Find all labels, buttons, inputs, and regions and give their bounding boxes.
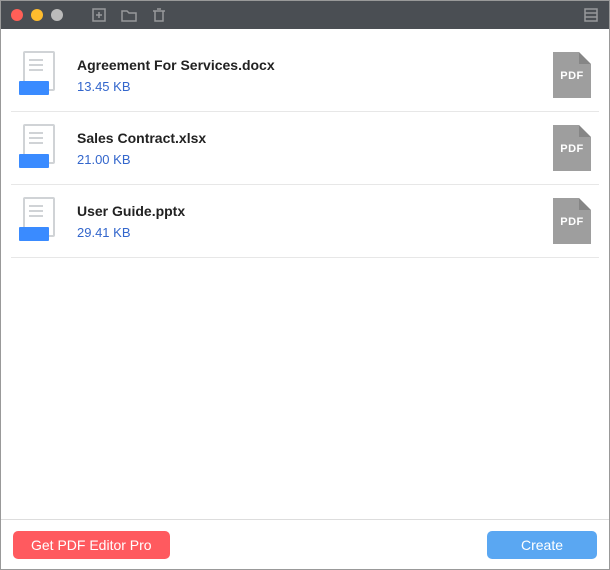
minimize-icon[interactable]	[31, 9, 43, 21]
trash-icon[interactable]	[151, 7, 167, 23]
pdf-target-icon: PDF	[553, 52, 591, 98]
file-name: Agreement For Services.docx	[77, 57, 535, 73]
close-icon[interactable]	[11, 9, 23, 21]
file-size: 13.45 KB	[77, 79, 535, 94]
get-pro-button[interactable]: Get PDF Editor Pro	[13, 531, 170, 559]
create-button[interactable]: Create	[487, 531, 597, 559]
pdf-label: PDF	[553, 143, 591, 155]
file-row[interactable]: User Guide.pptx 29.41 KB PDF	[11, 185, 599, 258]
file-size: 29.41 KB	[77, 225, 535, 240]
document-icon	[19, 51, 59, 99]
list-view-icon[interactable]	[583, 7, 599, 23]
window-controls	[11, 9, 63, 21]
file-list-area: Agreement For Services.docx 13.45 KB PDF…	[1, 29, 609, 519]
file-name: Sales Contract.xlsx	[77, 130, 535, 146]
file-name: User Guide.pptx	[77, 203, 535, 219]
add-file-icon[interactable]	[91, 7, 107, 23]
file-text: Agreement For Services.docx 13.45 KB	[77, 57, 535, 94]
document-icon	[19, 124, 59, 172]
maximize-icon	[51, 9, 63, 21]
document-icon	[19, 197, 59, 245]
file-text: Sales Contract.xlsx 21.00 KB	[77, 130, 535, 167]
file-size: 21.00 KB	[77, 152, 535, 167]
titlebar	[1, 1, 609, 29]
file-row[interactable]: Agreement For Services.docx 13.45 KB PDF	[11, 39, 599, 112]
pdf-label: PDF	[553, 70, 591, 82]
footer: Get PDF Editor Pro Create	[1, 519, 609, 569]
file-row[interactable]: Sales Contract.xlsx 21.00 KB PDF	[11, 112, 599, 185]
pdf-label: PDF	[553, 216, 591, 228]
folder-icon[interactable]	[121, 7, 137, 23]
pdf-target-icon: PDF	[553, 125, 591, 171]
pdf-target-icon: PDF	[553, 198, 591, 244]
file-text: User Guide.pptx 29.41 KB	[77, 203, 535, 240]
